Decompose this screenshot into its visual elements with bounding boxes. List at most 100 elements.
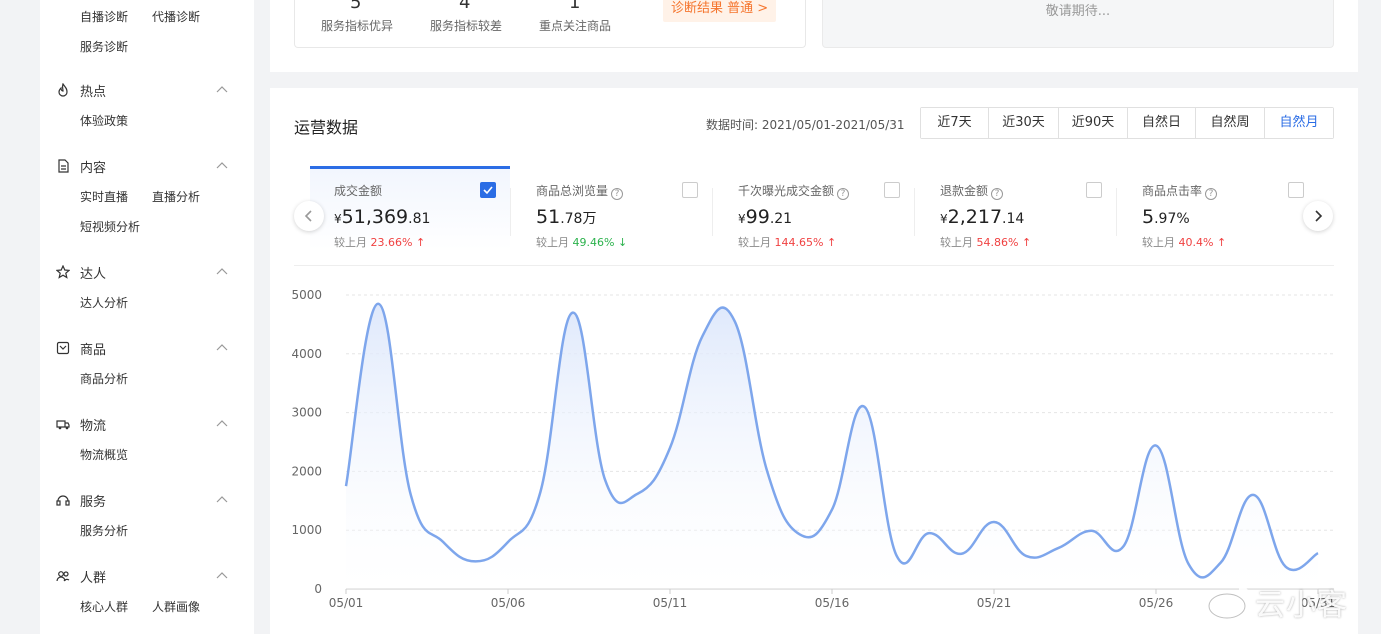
chevron-up-icon[interactable] xyxy=(215,159,229,173)
metric-value-sub: .81 xyxy=(408,211,431,227)
sidebar-item[interactable]: 实时直播 xyxy=(80,188,128,205)
metric-card[interactable]: 千次曝光成交金额? ¥99.21 较上月 144.65% ↑ xyxy=(714,166,914,250)
range-week-button[interactable]: 自然周 xyxy=(1196,108,1265,138)
sidebar-item[interactable]: 短视频分析 xyxy=(80,218,140,235)
comparison-label: 较上月 xyxy=(536,236,569,249)
range-day-button[interactable]: 自然日 xyxy=(1128,108,1196,138)
sidebar-group-header[interactable]: 服务 xyxy=(56,490,106,510)
metric-card[interactable]: 商品点击率? 5.97% 较上月 40.4% ↑ xyxy=(1118,166,1318,250)
sidebar-group-title: 物流 xyxy=(80,418,107,434)
chevron-up-icon[interactable] xyxy=(215,569,229,583)
metric-comparison: 较上月 54.86% ↑ xyxy=(940,234,1031,250)
metric-checkbox[interactable] xyxy=(1288,182,1304,198)
metric-name-text: 成交金额 xyxy=(334,184,383,198)
range-month-button[interactable]: 自然月 xyxy=(1265,108,1333,138)
y-tick-label: 2000 xyxy=(291,464,322,478)
metric-comparison: 较上月 49.46% ↓ xyxy=(536,234,627,250)
metric-value: 5.97% xyxy=(1142,206,1190,228)
metrics-divider xyxy=(294,265,1334,266)
x-tick-label: 05/01 xyxy=(329,596,364,610)
metric-name-text: 商品总浏览量 xyxy=(536,184,609,198)
metric-checkbox[interactable] xyxy=(480,182,496,198)
x-tick-label: 05/16 xyxy=(815,596,850,610)
next-metrics-button[interactable] xyxy=(1303,201,1333,231)
chevron-up-icon[interactable] xyxy=(215,341,229,355)
help-icon[interactable]: ? xyxy=(837,188,850,200)
comparison-label: 较上月 xyxy=(738,236,771,249)
sidebar-group-title: 商品 xyxy=(80,342,107,358)
sidebar-group-header[interactable]: 人群 xyxy=(56,566,106,586)
stat-value: 4 xyxy=(459,0,471,13)
metric-comparison: 较上月 23.66% ↑ xyxy=(334,234,425,250)
metric-card[interactable]: 退款金额? ¥2,217.14 较上月 54.86% ↑ xyxy=(916,166,1116,250)
sidebar-group-header[interactable]: 内容 xyxy=(56,156,106,176)
metric-card[interactable]: 商品总浏览量? 51.78万 较上月 49.46% ↓ xyxy=(512,166,712,250)
truck-icon xyxy=(56,417,70,431)
sidebar-item[interactable]: 体验政策 xyxy=(80,112,128,129)
chevron-right-icon xyxy=(1315,210,1323,222)
metric-separator xyxy=(914,188,915,236)
metric-currency: ¥ xyxy=(334,212,342,226)
metric-currency: ¥ xyxy=(738,212,746,226)
metric-name-text: 千次曝光成交金额 xyxy=(738,184,835,198)
comparison-value: 49.46% xyxy=(572,236,615,249)
sidebar-item[interactable]: 人群画像 xyxy=(152,598,200,615)
sidebar-group-header[interactable]: 达人 xyxy=(56,262,106,282)
metric-value-main: 51 xyxy=(536,206,561,228)
coming-soon-text: 敬请期待... xyxy=(1045,4,1111,19)
metric-value-main: 2,217 xyxy=(947,206,1003,228)
diagnosis-box: 5 服务指标优异 4 服务指标较差 1 重点关注商品 诊断结果 普通 > xyxy=(294,0,806,48)
range-7d-button[interactable]: 近7天 xyxy=(921,108,989,138)
chevron-up-icon[interactable] xyxy=(215,417,229,431)
help-icon[interactable]: ? xyxy=(991,188,1004,200)
chevron-up-icon[interactable] xyxy=(215,265,229,279)
chevron-up-icon[interactable] xyxy=(215,83,229,97)
help-icon[interactable]: ? xyxy=(611,188,624,200)
y-tick-label: 0 xyxy=(314,582,322,596)
sidebar-item[interactable]: 服务诊断 xyxy=(80,38,128,55)
sidebar-item[interactable]: 代播诊断 xyxy=(152,8,200,25)
chevron-up-icon[interactable] xyxy=(215,493,229,507)
sidebar-item[interactable]: 核心人群 xyxy=(80,598,128,615)
sidebar-item[interactable]: 物流概览 xyxy=(80,446,128,463)
x-tick-label: 05/11 xyxy=(653,596,688,610)
metric-checkbox[interactable] xyxy=(1086,182,1102,198)
arrow-up-icon: ↑ xyxy=(1216,236,1227,249)
document-icon xyxy=(56,159,70,173)
metric-name: 成交金额 xyxy=(334,182,382,199)
metric-comparison: 较上月 144.65% ↑ xyxy=(738,234,836,250)
watermark: 云小客 xyxy=(1205,580,1348,624)
sidebar-group-title: 内容 xyxy=(80,160,107,176)
sidebar-item[interactable]: 直播分析 xyxy=(152,188,200,205)
range-90d-button[interactable]: 近90天 xyxy=(1059,108,1128,138)
metric-name: 商品点击率? xyxy=(1142,182,1218,200)
sidebar-group-header[interactable]: 商品 xyxy=(56,338,106,358)
prev-metrics-button[interactable] xyxy=(294,201,324,231)
metric-card[interactable]: 成交金额 ¥51,369.81 较上月 23.66% ↑ xyxy=(310,166,510,250)
x-tick-label: 05/21 xyxy=(977,596,1012,610)
metric-name: 千次曝光成交金额? xyxy=(738,182,850,200)
metric-checkbox[interactable] xyxy=(884,182,900,198)
sidebar-item[interactable]: 商品分析 xyxy=(80,370,128,387)
time-range-selector: 近7天 近30天 近90天 自然日 自然周 自然月 xyxy=(920,107,1334,139)
metric-value-sub: .14 xyxy=(1002,211,1025,227)
metric-value-main: 99 xyxy=(745,206,770,228)
sidebar-item[interactable]: 服务分析 xyxy=(80,522,128,539)
sidebar-item[interactable]: 达人分析 xyxy=(80,294,128,311)
sidebar-group-header[interactable]: 热点 xyxy=(56,80,106,100)
range-30d-button[interactable]: 近30天 xyxy=(989,108,1059,138)
box-icon xyxy=(56,341,70,355)
metric-separator xyxy=(1116,188,1117,236)
metric-value-main: 5 xyxy=(1142,206,1155,228)
metric-checkbox[interactable] xyxy=(682,182,698,198)
sidebar-group-header[interactable]: 物流 xyxy=(56,414,106,434)
weibo-logo-icon xyxy=(1207,586,1251,620)
metric-value: ¥2,217.14 xyxy=(940,206,1024,228)
diagnosis-result-link[interactable]: 诊断结果 普通 > xyxy=(663,0,777,22)
stat-label: 重点关注商品 xyxy=(539,19,612,33)
people-icon xyxy=(56,569,70,583)
help-icon[interactable]: ? xyxy=(1205,188,1218,200)
stat-label: 服务指标较差 xyxy=(430,19,503,33)
sidebar-item[interactable]: 自播诊断 xyxy=(80,8,128,25)
y-tick-label: 1000 xyxy=(291,523,322,537)
